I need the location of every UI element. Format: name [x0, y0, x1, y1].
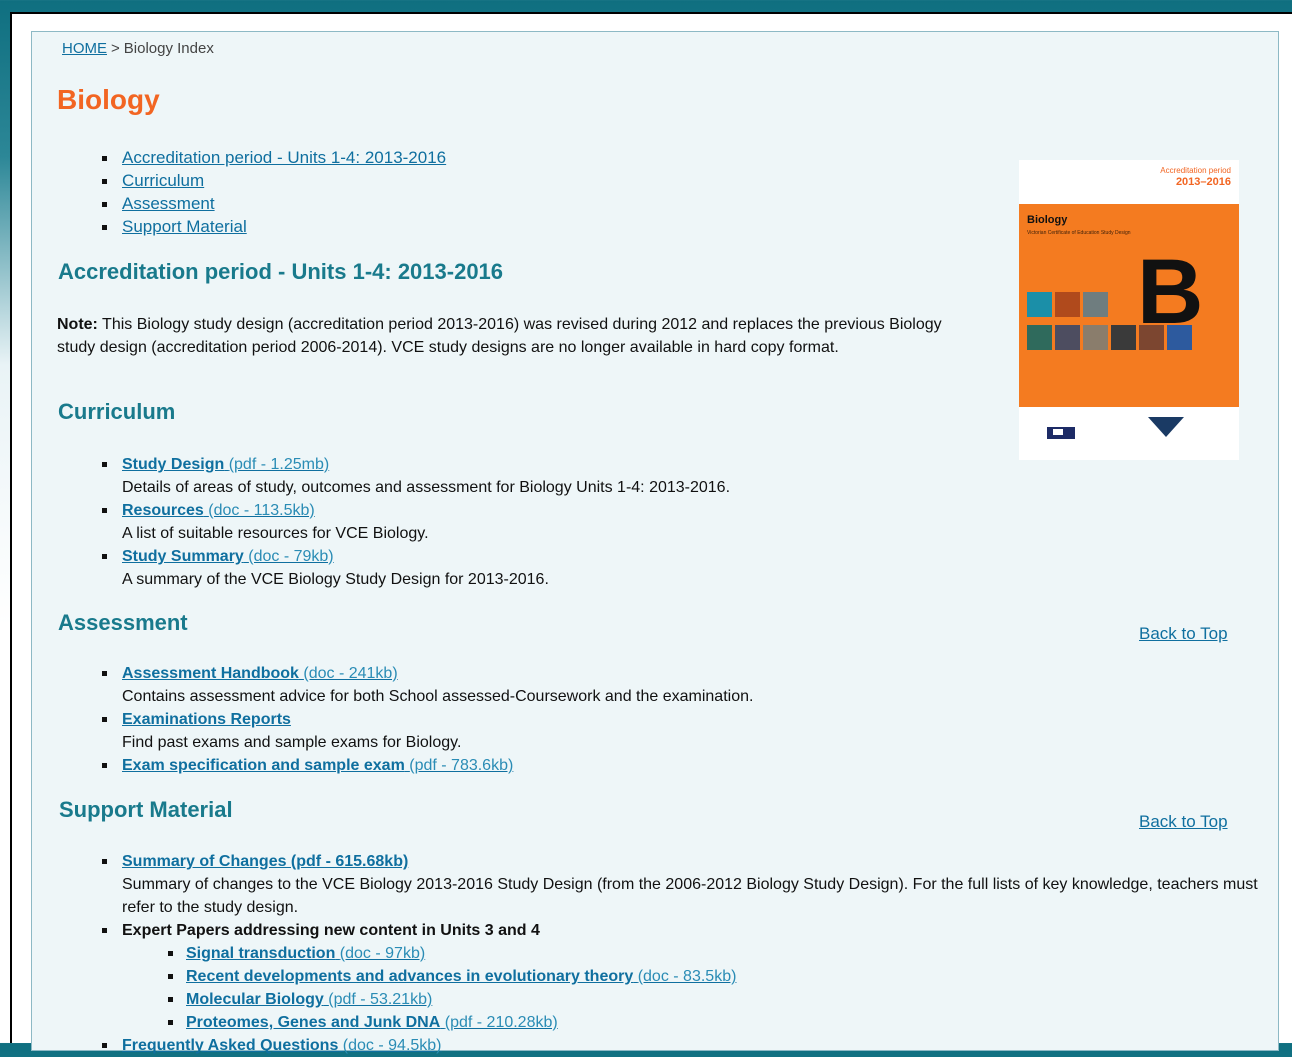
list-item: Summary of Changes (pdf - 615.68kb) Summ…	[94, 850, 1274, 919]
list-item: Resources (doc - 113.5kb) A list of suit…	[94, 499, 730, 545]
list-item: Study Summary (doc - 79kb) A summary of …	[94, 545, 730, 591]
bullet-icon	[102, 179, 107, 184]
bullet-icon	[102, 859, 107, 864]
toc-link-curriculum[interactable]: Curriculum	[122, 171, 204, 190]
cover-years: 2013–2016	[1175, 176, 1231, 188]
proteomes-genes-link[interactable]: Proteomes, Genes and Junk DNA (pdf - 210…	[186, 1014, 558, 1031]
list-item: Expert Papers addressing new content in …	[94, 919, 1274, 1034]
exam-specification-link[interactable]: Exam specification and sample exam (pdf …	[122, 757, 513, 774]
note-text: This Biology study design (accreditation…	[57, 316, 942, 356]
bullet-icon	[102, 717, 107, 722]
evolutionary-theory-link[interactable]: Recent developments and advances in evol…	[186, 968, 736, 985]
bullet-icon	[102, 225, 107, 230]
toc-link-assessment[interactable]: Assessment	[122, 194, 215, 213]
support-back-to-top-link[interactable]: Back to Top	[1139, 812, 1228, 832]
bullet-icon	[102, 763, 107, 768]
expert-papers-heading: Expert Papers addressing new content in …	[122, 922, 540, 939]
bullet-icon	[168, 1020, 173, 1025]
molecular-biology-link[interactable]: Molecular Biology (pdf - 53.21kb)	[186, 991, 432, 1008]
toc-link-accreditation[interactable]: Accreditation period - Units 1-4: 2013-2…	[122, 148, 446, 167]
toc-item-assessment: Assessment	[102, 194, 446, 217]
curriculum-heading: Curriculum	[58, 399, 176, 424]
assessment-list: Assessment Handbook (doc - 241kb) Contai…	[94, 662, 753, 777]
bullet-icon	[168, 974, 173, 979]
assessment-heading: Assessment	[58, 610, 188, 635]
note-label: Note:	[57, 316, 98, 333]
resources-description: A list of suitable resources for VCE Bio…	[122, 525, 429, 542]
cover-subtitle: Victorian Certificate of Education Study…	[1027, 230, 1131, 236]
list-item: Signal transduction (doc - 97kb)	[122, 942, 1274, 965]
breadcrumb: HOME > Biology Index	[62, 40, 214, 57]
breadcrumb-separator: >	[111, 40, 120, 57]
assessment-handbook-link[interactable]: Assessment Handbook (doc - 241kb)	[122, 665, 398, 682]
list-item: Frequently Asked Questions (doc - 94.5kb…	[94, 1034, 1274, 1057]
toc-item-support: Support Material	[102, 217, 446, 240]
table-of-contents: Accreditation period - Units 1-4: 2013-2…	[102, 148, 446, 240]
summary-of-changes-link[interactable]: Summary of Changes (pdf - 615.68kb)	[122, 853, 408, 870]
assessment-back-to-top-link[interactable]: Back to Top	[1139, 624, 1228, 644]
resources-link[interactable]: Resources (doc - 113.5kb)	[122, 502, 315, 519]
accreditation-note: Note: This Biology study design (accredi…	[57, 313, 977, 359]
bullet-icon	[102, 554, 107, 559]
toc-item-curriculum: Curriculum	[102, 171, 446, 194]
list-item: Exam specification and sample exam (pdf …	[94, 754, 753, 777]
cover-period-label: Accreditation period	[1160, 166, 1231, 175]
curriculum-list: Study Design (pdf - 1.25mb) Details of a…	[94, 453, 730, 591]
faq-link[interactable]: Frequently Asked Questions (doc - 94.5kb…	[122, 1037, 442, 1054]
signal-transduction-link[interactable]: Signal transduction (doc - 97kb)	[186, 945, 425, 962]
breadcrumb-current: Biology Index	[123, 40, 214, 57]
list-item: Molecular Biology (pdf - 53.21kb)	[122, 988, 1274, 1011]
page-title: Biology	[57, 84, 160, 115]
list-item: Proteomes, Genes and Junk DNA (pdf - 210…	[122, 1011, 1274, 1034]
bullet-icon	[102, 928, 107, 933]
study-summary-link[interactable]: Study Summary (doc - 79kb)	[122, 548, 334, 565]
study-design-link[interactable]: Study Design (pdf - 1.25mb)	[122, 456, 329, 473]
summary-of-changes-description: Summary of changes to the VCE Biology 20…	[122, 876, 1258, 916]
support-list: Summary of Changes (pdf - 615.68kb) Summ…	[94, 850, 1274, 1057]
list-item: Recent developments and advances in evol…	[122, 965, 1274, 988]
bullet-icon	[102, 202, 107, 207]
bullet-icon	[102, 462, 107, 467]
vcaa-logo-icon	[1047, 427, 1075, 439]
cover-photo-tiles	[1027, 292, 1217, 358]
victoria-logo-icon	[1129, 417, 1189, 439]
content-panel: HOME > Biology Index Biology Accreditation…	[31, 31, 1279, 1054]
support-material-heading: Support Material	[59, 797, 233, 822]
toc-link-support[interactable]: Support Material	[122, 217, 247, 236]
bullet-icon	[102, 671, 107, 676]
toc-item-accreditation: Accreditation period - Units 1-4: 2013-2…	[102, 148, 446, 171]
list-item: Examinations Reports Find past exams and…	[94, 708, 753, 754]
list-item: Study Design (pdf - 1.25mb) Details of a…	[94, 453, 730, 499]
bullet-icon	[102, 1043, 107, 1048]
examinations-reports-description: Find past exams and sample exams for Bio…	[122, 734, 462, 751]
bullet-icon	[102, 508, 107, 513]
assessment-handbook-description: Contains assessment advice for both Scho…	[122, 688, 754, 705]
bullet-icon	[168, 997, 173, 1002]
expert-papers-list: Signal transduction (doc - 97kb) Recent …	[122, 942, 1274, 1034]
study-design-description: Details of areas of study, outcomes and …	[122, 479, 731, 496]
breadcrumb-home-link[interactable]: HOME	[62, 40, 107, 57]
bullet-icon	[168, 951, 173, 956]
examinations-reports-link[interactable]: Examinations Reports	[122, 711, 291, 728]
study-design-cover-image: Accreditation period 2013–2016 Biology V…	[1019, 160, 1239, 460]
bullet-icon	[102, 156, 107, 161]
accreditation-heading: Accreditation period - Units 1-4: 2013-2…	[58, 259, 504, 284]
study-summary-description: A summary of the VCE Biology Study Desig…	[122, 571, 549, 588]
list-item: Assessment Handbook (doc - 241kb) Contai…	[94, 662, 753, 708]
cover-title: Biology	[1027, 214, 1068, 226]
